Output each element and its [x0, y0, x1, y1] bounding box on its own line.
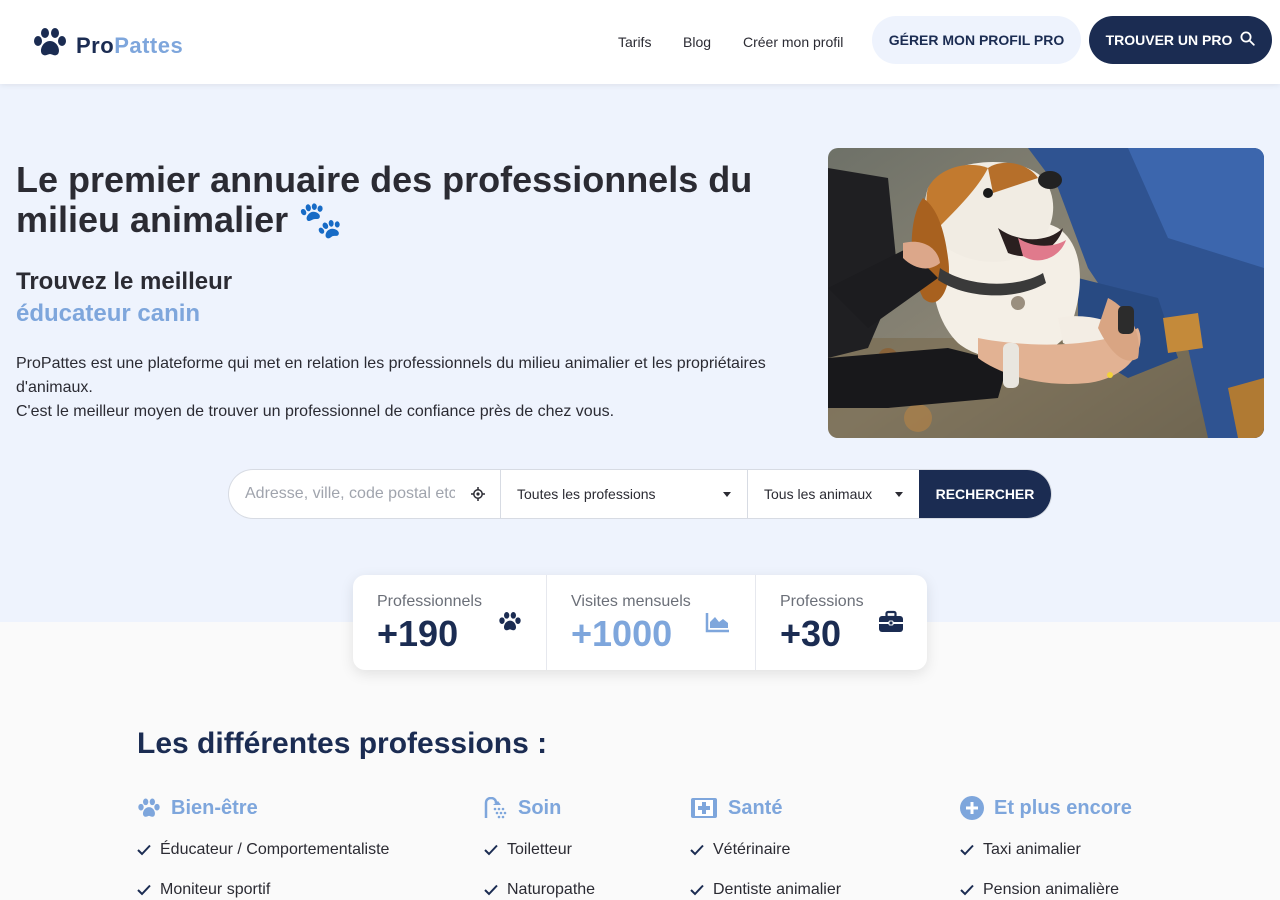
stat-professionals: Professionnels +190 [353, 575, 547, 670]
search-icon [1240, 31, 1256, 49]
area-chart-icon [705, 609, 731, 635]
address-field-wrapper [229, 470, 501, 518]
search-submit-button[interactable]: RECHERCHER [919, 470, 1051, 518]
search-bar: Toutes les professions Tous les animaux … [229, 470, 1051, 518]
column-header: Bien-être [137, 794, 457, 822]
list-item[interactable]: Moniteur sportif [137, 880, 270, 900]
paw-icon [497, 609, 523, 635]
column-header: Soin [484, 794, 664, 822]
stat-professions: Professions +30 [756, 575, 927, 670]
column-title: Santé [728, 796, 783, 819]
stats-card: Professionnels +190 Visites mensuels +10… [353, 575, 927, 670]
list-item-label: Naturopathe [507, 881, 596, 898]
check-icon [960, 883, 974, 897]
shower-icon [484, 796, 508, 820]
list-item[interactable]: Naturopathe [484, 880, 595, 900]
nav-link-tarifs[interactable]: Tarifs [618, 34, 651, 50]
logo-text: ProPattes [76, 32, 184, 58]
list-item-label: Dentiste animalier [713, 881, 842, 898]
hero-description: ProPattes est une plateforme qui met en … [16, 352, 786, 424]
logo[interactable]: ProPattes [32, 28, 183, 63]
address-search-input[interactable] [245, 485, 455, 503]
find-pro-label: TROUVER UN PRO [1105, 32, 1233, 48]
profession-select[interactable]: Toutes les professions [501, 470, 748, 518]
animal-select-value: Tous les animaux [764, 486, 873, 502]
list-item-label: Vétérinaire [713, 841, 791, 858]
list-item-label: Taxi animalier [983, 841, 1081, 858]
chevron-down-icon [723, 491, 731, 497]
list-item[interactable]: Vétérinaire [690, 840, 790, 860]
stat-label: Professions [780, 593, 864, 610]
list-item[interactable]: Dentiste animalier [690, 880, 841, 900]
check-icon [690, 883, 704, 897]
chevron-down-icon [895, 491, 903, 497]
hero-title: Le premier annuaire des professionnels d… [16, 159, 753, 240]
animal-select[interactable]: Tous les animaux [748, 470, 919, 518]
search-submit-label: RECHERCHER [935, 486, 1035, 502]
paw-icon [137, 796, 161, 820]
professions-section-title: Les différentes professions : [137, 727, 548, 760]
profession-column-health: Santé Vétérinaire Dentiste animalier [690, 794, 930, 898]
locate-icon[interactable] [467, 483, 489, 505]
column-header: Et plus encore [960, 794, 1200, 822]
hero-subtitle: Trouvez le meilleur [16, 268, 233, 295]
profession-column-care: Soin Toiletteur Naturopathe [484, 794, 664, 898]
hero-subtitle-highlight: éducateur canin [16, 300, 201, 327]
stat-value: +30 [780, 613, 842, 654]
list-item-label: Moniteur sportif [160, 881, 271, 898]
list-item-label: Toiletteur [507, 841, 572, 858]
plus-circle-icon [960, 796, 984, 820]
profession-column-wellbeing: Bien-être Éducateur / Comportementaliste… [137, 794, 457, 898]
column-title: Et plus encore [994, 796, 1132, 819]
nav-link-create-profile[interactable]: Créer mon profil [743, 34, 843, 50]
briefcase-icon [878, 609, 904, 635]
site-header: ProPattes Tarifs Blog Créer mon profil G… [0, 0, 1280, 84]
check-icon [137, 883, 151, 897]
profession-select-value: Toutes les professions [517, 486, 656, 502]
list-item[interactable]: Pension animalière [960, 880, 1119, 900]
hero-dog-photo [828, 148, 1264, 438]
list-item[interactable]: Toiletteur [484, 840, 572, 860]
manage-pro-profile-label: GÉRER MON PROFIL PRO [888, 32, 1065, 48]
column-title: Bien-être [171, 796, 258, 819]
check-icon [690, 843, 704, 857]
list-item-label: Pension animalière [983, 881, 1120, 898]
check-icon [137, 843, 151, 857]
manage-pro-profile-button[interactable]: GÉRER MON PROFIL PRO [872, 16, 1081, 64]
stat-visits: Visites mensuels +1000 [547, 575, 756, 670]
paw-logo-icon [32, 28, 68, 63]
find-pro-button[interactable]: TROUVER UN PRO [1089, 16, 1272, 64]
hero-description-line-1: ProPattes est une plateforme qui met en … [16, 355, 766, 396]
list-item[interactable]: Éducateur / Comportementaliste [137, 840, 389, 860]
hero-description-line-2: C'est le meilleur moyen de trouver un pr… [16, 403, 615, 420]
list-item-label: Éducateur / Comportementaliste [160, 841, 390, 858]
nav-link-blog[interactable]: Blog [683, 34, 711, 50]
medical-plus-icon [690, 796, 718, 820]
check-icon [960, 843, 974, 857]
check-icon [484, 883, 498, 897]
column-header: Santé [690, 794, 930, 822]
check-icon [484, 843, 498, 857]
list-item[interactable]: Taxi animalier [960, 840, 1081, 860]
column-title: Soin [518, 796, 562, 819]
profession-column-more: Et plus encore Taxi animalier Pension an… [960, 794, 1200, 898]
